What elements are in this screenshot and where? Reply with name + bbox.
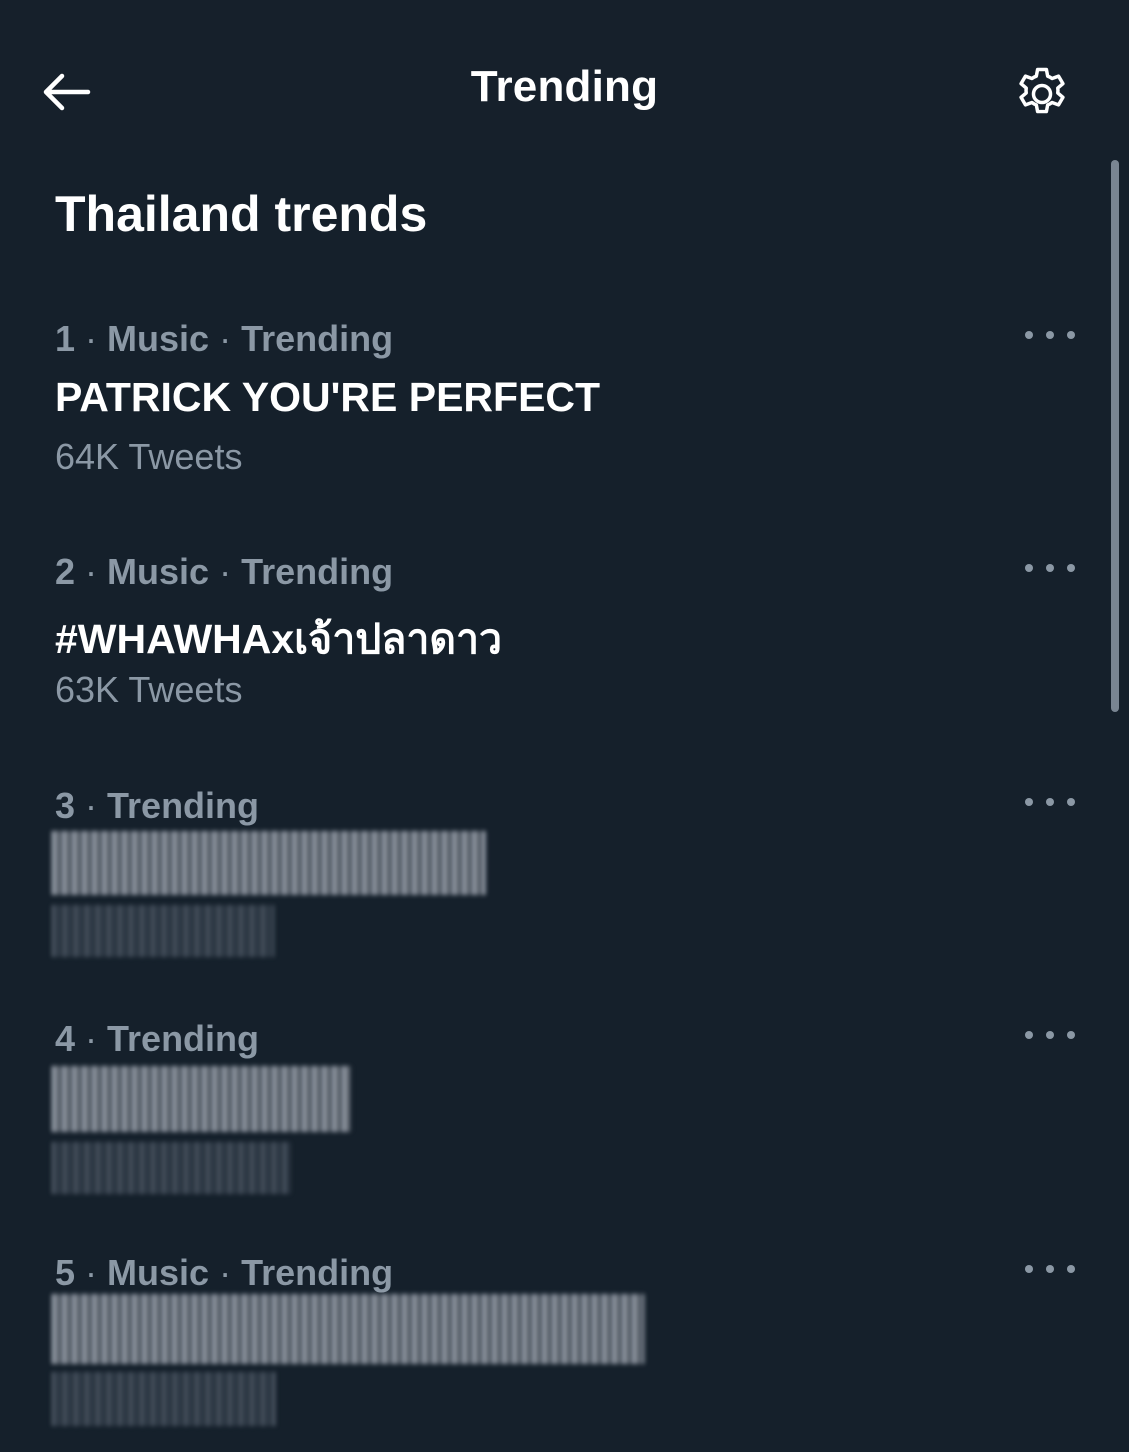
trend-rank: 1 (55, 318, 76, 359)
trend-category: Music (107, 551, 210, 592)
trend-rank: 2 (55, 551, 76, 592)
more-dot-icon (1067, 331, 1075, 339)
trend-meta: 5 · Music · Trending (55, 1252, 394, 1293)
gear-icon (1019, 67, 1065, 114)
more-dot-icon (1067, 1265, 1075, 1273)
more-dot-icon (1046, 564, 1054, 572)
redacted-trend-name (52, 831, 486, 895)
more-dot-icon (1067, 1031, 1075, 1039)
more-options-button[interactable] (1025, 553, 1075, 583)
more-options-button[interactable] (1025, 1020, 1075, 1050)
trend-item-5[interactable]: 5 · Music · Trending (52, 1252, 1085, 1452)
trend-meta: 1 · Music · Trending (55, 318, 394, 359)
trend-item-3[interactable]: 3 · Trending (52, 785, 1085, 985)
more-dot-icon (1046, 1031, 1054, 1039)
trend-category: Music (107, 1252, 210, 1293)
more-dot-icon (1067, 564, 1075, 572)
trend-name: #WHAWHAxเจ้าปลาดาว (55, 616, 503, 662)
trend-rank: 3 (55, 785, 76, 826)
trend-rank: 5 (55, 1252, 76, 1293)
trend-item-2[interactable]: 2 · Music · Trending #WHAWHAxเจ้าปลาดาว … (55, 551, 1085, 751)
trend-name: PATRICK YOU'RE PERFECT (55, 374, 601, 420)
more-dot-icon (1067, 798, 1075, 806)
trend-item-4[interactable]: 4 · Trending (52, 1018, 1085, 1218)
more-dot-icon (1025, 798, 1033, 806)
trend-meta: 4 · Trending (55, 1018, 260, 1059)
trend-tweet-count: 63K Tweets (55, 669, 243, 710)
redacted-tweet-count (52, 1142, 290, 1194)
settings-button[interactable] (1008, 60, 1076, 128)
redacted-trend-name (52, 1294, 644, 1364)
trend-category: Music (107, 318, 210, 359)
trend-rank: 4 (55, 1018, 76, 1059)
more-options-button[interactable] (1025, 1254, 1075, 1284)
trend-status: Trending (241, 1252, 394, 1293)
trend-status: Trending (107, 785, 260, 826)
section-title: Thailand trends (55, 186, 428, 242)
redacted-trend-name (52, 1066, 352, 1132)
redacted-tweet-count (52, 905, 274, 957)
more-options-button[interactable] (1025, 320, 1075, 350)
redacted-tweet-count (52, 1372, 276, 1426)
trend-meta: 2 · Music · Trending (55, 551, 394, 592)
more-dot-icon (1046, 798, 1054, 806)
trend-status: Trending (107, 1018, 260, 1059)
trend-status: Trending (241, 551, 394, 592)
trend-status: Trending (241, 318, 394, 359)
more-dot-icon (1025, 1031, 1033, 1039)
page-title: Trending (470, 62, 659, 111)
trend-item-1[interactable]: 1 · Music · Trending PATRICK YOU'RE PERF… (55, 318, 1085, 518)
scrollbar[interactable] (1111, 160, 1119, 712)
trend-tweet-count: 64K Tweets (55, 436, 243, 477)
top-bar: Trending (0, 0, 1129, 150)
more-dot-icon (1025, 1265, 1033, 1273)
more-options-button[interactable] (1025, 787, 1075, 817)
trend-meta: 3 · Trending (55, 785, 260, 826)
more-dot-icon (1046, 1265, 1054, 1273)
more-dot-icon (1025, 331, 1033, 339)
more-dot-icon (1046, 331, 1054, 339)
more-dot-icon (1025, 564, 1033, 572)
